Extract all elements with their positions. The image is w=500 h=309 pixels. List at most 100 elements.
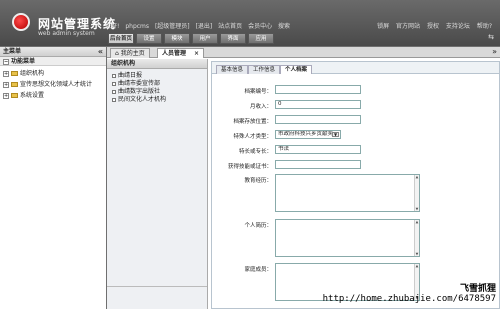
sidebar-item-label: 宣传思想文化领域人才统计 (20, 81, 93, 88)
sidebar: 主菜单 « − 功能菜单 + 组织机构 + 宣传思想文化领域人才统计 + 系统设置 (0, 47, 106, 309)
label-monthly-income: 月收入： (249, 104, 272, 110)
org-tree: 曲靖日报 曲靖市委宣传部 曲靖数字出版社 民间文化人才机构 (107, 69, 207, 104)
scroll-up-icon[interactable]: ▲ (415, 175, 419, 179)
folder-icon (11, 71, 18, 76)
top-links: 锁屏 官方网站 授权 支持论坛 帮助? (372, 21, 492, 30)
label-education: 教育经历： (244, 178, 272, 184)
specialty-field[interactable]: 书法 (275, 145, 361, 154)
sidebar-title: 主菜单 (3, 48, 22, 55)
tab-personnel[interactable]: 人员管理 × (157, 48, 205, 58)
app-subtitle: web admin system (38, 30, 95, 37)
node-icon (112, 97, 116, 102)
expand-icon[interactable]: + (3, 81, 9, 88)
expand-icon[interactable]: + (3, 92, 9, 99)
tab-settings[interactable]: 设置 (136, 33, 162, 44)
logout-link[interactable]: [退出] (196, 23, 213, 30)
tab-users[interactable]: 用户 (192, 33, 218, 44)
license-link[interactable]: 授权 (427, 23, 439, 30)
tab-basic-info[interactable]: 基本信息 (216, 65, 249, 74)
tab-personal-file[interactable]: 个人档案 (280, 65, 313, 74)
org-item[interactable]: 曲靖市委宣传部 (107, 80, 207, 88)
dropdown-arrow-icon[interactable]: ▼ (332, 132, 339, 137)
org-panel: 组织机构 曲靖日报 曲靖市委宣传部 曲靖数字出版社 民间文化人才机构 (107, 59, 208, 309)
label-resume: 个人简历： (244, 223, 272, 229)
sidebar-item-talent-stats[interactable]: + 宣传思想文化领域人才统计 (3, 79, 103, 90)
org-item[interactable]: 曲靖日报 (107, 72, 207, 80)
tab-label: 我的主页 (120, 50, 145, 57)
tab-label: 人员管理 (162, 50, 187, 57)
divider (107, 286, 207, 287)
scroll-down-icon[interactable]: ▼ (415, 252, 419, 256)
folder-icon (11, 93, 18, 98)
node-icon (112, 73, 116, 78)
collapse-toggle-icon[interactable]: − (3, 58, 9, 65)
tab-admin-home[interactable]: 后台首页 (108, 33, 134, 44)
file-location-field[interactable] (275, 115, 361, 124)
sidebar-group-label: 功能菜单 (11, 58, 36, 65)
greeting-text: 您好! (105, 23, 120, 30)
search-link[interactable]: 搜索 (278, 23, 290, 30)
node-icon (112, 89, 116, 94)
close-icon[interactable]: × (194, 50, 199, 57)
label-talent-type: 特殊人才类型： (233, 134, 272, 140)
expand-icon[interactable]: + (3, 70, 9, 77)
sidebar-item-label: 系统设置 (20, 92, 45, 99)
talent-type-value: 市政府科技兴乡贡献奖 (278, 131, 334, 137)
node-icon (112, 81, 116, 86)
watermark-url: http://home.zhubajie.com/6478597 (322, 294, 496, 304)
role-text: [超级管理员] (154, 23, 190, 30)
tab-apps[interactable]: 应用 (248, 33, 274, 44)
monthly-income-field[interactable]: 0 (275, 100, 361, 109)
page-tab-bar: ⌂ 我的主页 人员管理 × » (107, 47, 500, 58)
sidebar-group[interactable]: − 功能菜单 (0, 57, 106, 66)
label-specialty: 特长或专长： (238, 149, 272, 155)
collapse-chevron-icon[interactable]: « (98, 47, 103, 57)
scroll-up-icon[interactable]: ▲ (415, 264, 419, 268)
org-panel-title: 组织机构 (107, 59, 207, 69)
scrollbar[interactable]: ▲ ▼ (414, 220, 419, 256)
site-home-link[interactable]: 站点首页 (218, 23, 242, 30)
education-textarea[interactable]: ▲ ▼ (275, 174, 420, 212)
org-item[interactable]: 民间文化人才机构 (107, 96, 207, 104)
main-nav-tabs: 后台首页 设置 模块 用户 界面 应用 (108, 33, 274, 44)
tab-work-info[interactable]: 工作信息 (248, 65, 281, 74)
resume-textarea[interactable]: ▲ ▼ (275, 219, 420, 257)
sidebar-item-org[interactable]: + 组织机构 (3, 68, 103, 79)
tab-modules[interactable]: 模块 (164, 33, 190, 44)
talent-type-select[interactable]: 市政府科技兴乡贡献奖 ▼ (275, 130, 341, 139)
expand-chevron-icon[interactable]: » (492, 47, 497, 56)
header: 网站管理系统 web admin system 您好! phpcms [超级管理… (0, 0, 500, 46)
tab-my-home[interactable]: ⌂ 我的主页 (110, 48, 150, 58)
skills-cert-field[interactable] (275, 160, 361, 169)
org-item-label: 曲靖市委宣传部 (118, 80, 161, 87)
folder-icon (11, 82, 18, 87)
org-item-label: 曲靖日报 (118, 72, 143, 79)
member-center-link[interactable]: 会员中心 (248, 23, 272, 30)
watermark-brand: 飞雪抓狸 (459, 284, 496, 294)
sidebar-item-system-settings[interactable]: + 系统设置 (3, 90, 103, 101)
user-nav: 您好! phpcms [超级管理员] [退出] 站点首页 会员中心 搜索 (105, 21, 294, 30)
org-item-label: 民间文化人才机构 (118, 96, 167, 103)
help-link[interactable]: 帮助? (477, 23, 492, 30)
home-icon: ⌂ (115, 50, 119, 57)
label-skills-cert: 获得技能或证书： (227, 164, 272, 170)
logo-icon (12, 13, 30, 31)
main-content: ⌂ 我的主页 人员管理 × » 组织机构 曲靖日报 曲靖市委宣传部 曲靖数字出版社… (107, 47, 500, 309)
watermark: 飞雪抓狸 http://home.zhubajie.com/6478597 (323, 281, 496, 304)
sidebar-item-label: 组织机构 (20, 70, 45, 77)
scroll-down-icon[interactable]: ▼ (415, 207, 419, 211)
personal-file-form: 基本信息 工作信息 个人档案 档案编号： 月收入： 0 档案存放位置： 特殊人才… (211, 61, 500, 309)
official-site-link[interactable]: 官方网站 (396, 23, 420, 30)
expand-arrows-icon[interactable]: ⇆ (488, 33, 494, 41)
file-number-field[interactable] (275, 85, 361, 94)
org-item[interactable]: 曲靖数字出版社 (107, 88, 207, 96)
scroll-up-icon[interactable]: ▲ (415, 220, 419, 224)
sidebar-header: 主菜单 « (0, 47, 106, 57)
lock-screen-link[interactable]: 锁屏 (377, 23, 389, 30)
forum-link[interactable]: 支持论坛 (446, 23, 470, 30)
sidebar-tree: + 组织机构 + 宣传思想文化领域人才统计 + 系统设置 (0, 66, 106, 103)
form-tab-bar: 基本信息 工作信息 个人档案 (212, 62, 499, 74)
scrollbar[interactable]: ▲ ▼ (414, 175, 419, 211)
username-text: phpcms (125, 23, 150, 30)
tab-interface[interactable]: 界面 (220, 33, 246, 44)
